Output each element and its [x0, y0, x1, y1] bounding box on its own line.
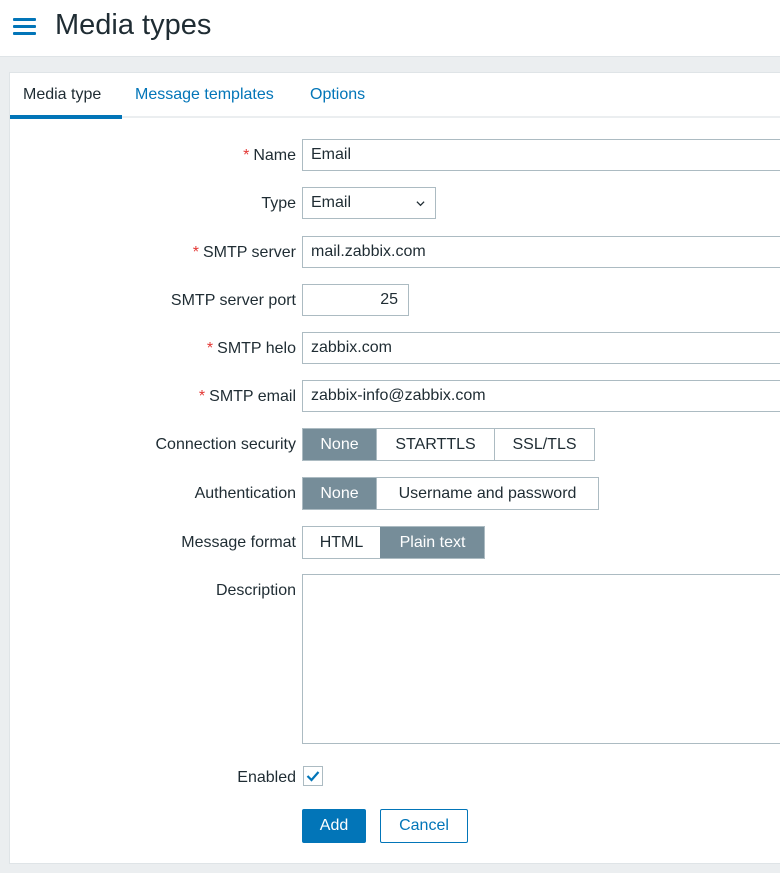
- authentication-label: Authentication: [194, 485, 296, 502]
- smtp-helo-label: * SMTP helo: [206, 340, 296, 357]
- smtp-helo-input[interactable]: zabbix.com: [302, 332, 780, 364]
- message-format-html[interactable]: HTML: [303, 527, 380, 558]
- description-label: Description: [215, 582, 296, 599]
- cancel-button[interactable]: Cancel: [380, 809, 468, 843]
- smtp-email-label: * SMTP email: [198, 388, 296, 405]
- media-type-form-panel: Media type Message templates Options * Na…: [9, 72, 780, 864]
- smtp-port-label: SMTP server port: [170, 292, 296, 309]
- smtp-server-label: * SMTP server: [192, 244, 296, 261]
- type-select[interactable]: Email: [302, 187, 436, 219]
- connection-security-label: Connection security: [155, 436, 296, 453]
- add-button[interactable]: Add: [302, 809, 366, 843]
- page-header: Media types: [0, 0, 780, 57]
- checkmark-icon: [306, 771, 320, 782]
- name-input[interactable]: Email: [302, 139, 780, 171]
- connection-security-radio-group: None STARTTLS SSL/TLS: [302, 428, 595, 461]
- required-asterisk: *: [192, 244, 199, 261]
- smtp-email-input[interactable]: zabbix-info@zabbix.com: [302, 380, 780, 412]
- enabled-label: Enabled: [237, 769, 296, 786]
- required-asterisk: *: [243, 147, 250, 164]
- tab-media-type[interactable]: Media type: [23, 86, 101, 104]
- type-select-value: Email: [311, 194, 352, 211]
- message-format-radio-group: HTML Plain text: [302, 526, 485, 559]
- chevron-down-icon: [416, 201, 425, 207]
- required-asterisk: *: [198, 388, 206, 405]
- message-format-label: Message format: [181, 534, 296, 551]
- tab-message-templates[interactable]: Message templates: [135, 86, 274, 104]
- message-format-plain-text[interactable]: Plain text: [380, 527, 484, 558]
- required-asterisk: *: [206, 340, 214, 357]
- page-title: Media types: [55, 9, 212, 41]
- tab-options[interactable]: Options: [310, 86, 365, 104]
- authentication-none[interactable]: None: [303, 478, 376, 509]
- connection-security-starttls[interactable]: STARTTLS: [376, 429, 494, 460]
- active-tab-indicator: [10, 115, 122, 119]
- type-label: Type: [261, 195, 296, 212]
- description-textarea[interactable]: [302, 574, 780, 744]
- tab-bar: Media type Message templates Options: [10, 73, 780, 119]
- smtp-port-input[interactable]: 25: [302, 284, 409, 316]
- connection-security-none[interactable]: None: [303, 429, 376, 460]
- enabled-checkbox[interactable]: [303, 766, 323, 786]
- authentication-username-password[interactable]: Username and password: [376, 478, 598, 509]
- connection-security-ssl-tls[interactable]: SSL/TLS: [494, 429, 594, 460]
- smtp-server-input[interactable]: mail.zabbix.com: [302, 236, 780, 268]
- authentication-radio-group: None Username and password: [302, 477, 599, 510]
- hamburger-menu-icon[interactable]: [13, 18, 36, 36]
- name-label: * Name: [243, 147, 296, 164]
